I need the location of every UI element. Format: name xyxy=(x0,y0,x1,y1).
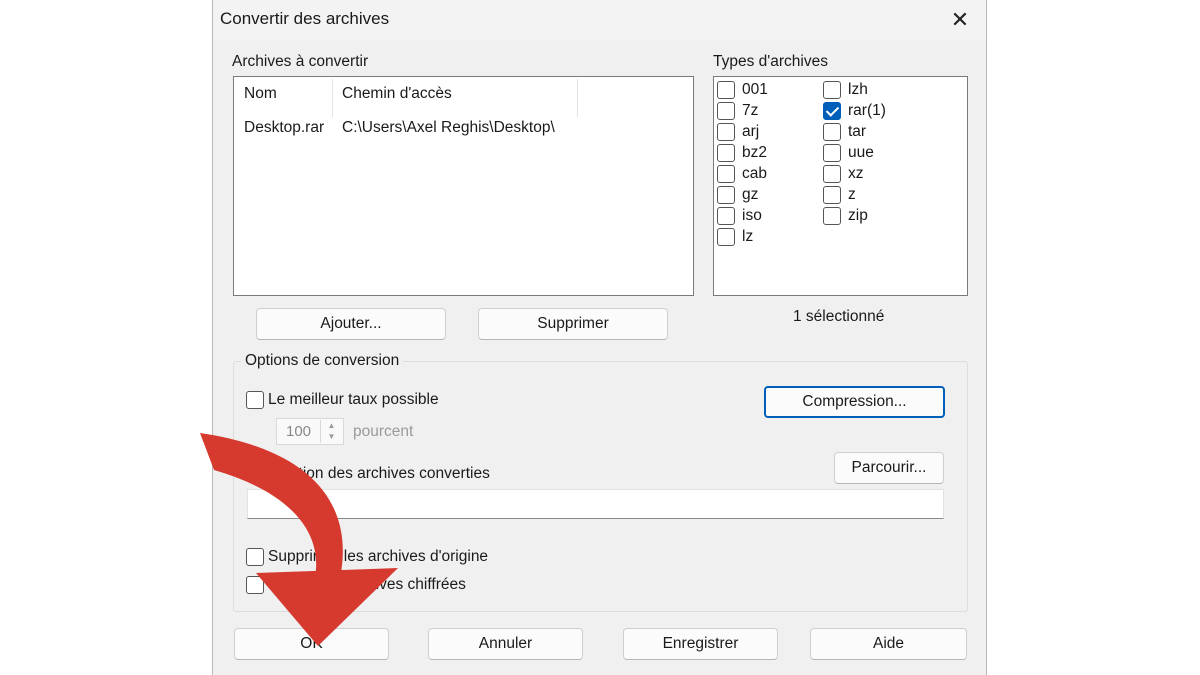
type-label: 7z xyxy=(742,102,759,119)
add-button[interactable]: Ajouter... xyxy=(256,308,446,340)
checkbox-icon xyxy=(717,228,735,246)
archive-types-list: 001 7z arj bz2 cab gz iso lz lzh rar(1) … xyxy=(713,76,968,296)
percent-value: 100 xyxy=(286,423,312,440)
checkbox-icon xyxy=(246,576,264,594)
type-checkbox-uue[interactable]: uue xyxy=(823,143,874,163)
type-checkbox-rar[interactable]: rar(1) xyxy=(823,101,886,121)
type-label: xz xyxy=(848,165,864,182)
type-label: gz xyxy=(742,186,759,203)
skip-encrypted-label: Ignorer les archives chiffrées xyxy=(268,576,466,593)
column-header-path[interactable]: Chemin d'accès xyxy=(342,85,452,103)
checkbox-icon xyxy=(823,123,841,141)
type-checkbox-7z[interactable]: 7z xyxy=(717,101,758,121)
type-label: bz2 xyxy=(742,144,767,161)
column-header-name[interactable]: Nom xyxy=(244,85,277,103)
checkbox-icon xyxy=(823,207,841,225)
conversion-options-title: Options de conversion xyxy=(241,352,404,370)
checkbox-icon xyxy=(717,144,735,162)
close-icon[interactable]: ✕ xyxy=(944,4,976,36)
checkbox-icon xyxy=(823,81,841,99)
destination-label: Destination des archives converties xyxy=(246,465,490,482)
type-label: z xyxy=(848,186,856,203)
convert-archives-dialog: Convertir des archives ✕ Archives à conv… xyxy=(212,0,987,675)
type-label: arj xyxy=(742,123,760,140)
compression-button[interactable]: Compression... xyxy=(764,386,945,418)
type-checkbox-001[interactable]: 001 xyxy=(717,80,768,100)
column-divider xyxy=(577,79,578,117)
type-label: rar(1) xyxy=(848,102,886,119)
column-divider xyxy=(332,79,333,117)
type-label: 001 xyxy=(742,81,768,98)
save-button[interactable]: Enregistrer xyxy=(623,628,778,660)
type-checkbox-lz[interactable]: lz xyxy=(717,227,753,247)
type-checkbox-tar[interactable]: tar xyxy=(823,122,866,142)
destination-path-field[interactable] xyxy=(247,489,944,519)
ok-button[interactable]: OK xyxy=(234,628,389,660)
best-rate-checkbox[interactable]: Le meilleur taux possible xyxy=(246,390,439,410)
checkbox-icon xyxy=(246,548,264,566)
help-button[interactable]: Aide xyxy=(810,628,967,660)
checkbox-icon xyxy=(717,186,735,204)
type-label: cab xyxy=(742,165,767,182)
checkbox-icon xyxy=(717,207,735,225)
type-label: uue xyxy=(848,144,874,161)
selected-count: 1 sélectionné xyxy=(793,308,885,325)
type-checkbox-zip[interactable]: zip xyxy=(823,206,868,226)
checkmark-icon xyxy=(823,102,841,120)
type-checkbox-cab[interactable]: cab xyxy=(717,164,767,184)
checkbox-icon xyxy=(823,144,841,162)
archive-row-name[interactable]: Desktop.rar xyxy=(244,119,324,137)
skip-encrypted-checkbox[interactable]: Ignorer les archives chiffrées xyxy=(246,575,466,595)
stepper-buttons: ▲ ▼ xyxy=(320,420,342,443)
chevron-up-icon[interactable]: ▲ xyxy=(321,420,342,431)
checkbox-icon xyxy=(246,391,264,409)
type-checkbox-arj[interactable]: arj xyxy=(717,122,759,142)
archives-label: Archives à convertir xyxy=(232,53,369,70)
type-checkbox-lzh[interactable]: lzh xyxy=(823,80,868,100)
type-label: tar xyxy=(848,123,867,140)
type-label: lz xyxy=(742,228,754,245)
delete-originals-checkbox[interactable]: Supprimer les archives d'origine xyxy=(246,547,488,567)
type-checkbox-gz[interactable]: gz xyxy=(717,185,758,205)
archives-list[interactable]: Nom Chemin d'accès Desktop.rar C:\Users\… xyxy=(233,76,694,296)
type-label: lzh xyxy=(848,81,868,98)
remove-button[interactable]: Supprimer xyxy=(478,308,668,340)
type-label: iso xyxy=(742,207,762,224)
checkbox-icon xyxy=(717,123,735,141)
archive-types-label: Types d'archives xyxy=(713,53,828,70)
percent-unit: pourcent xyxy=(353,423,414,440)
chevron-down-icon[interactable]: ▼ xyxy=(321,431,342,442)
cancel-button[interactable]: Annuler xyxy=(428,628,583,660)
best-rate-label: Le meilleur taux possible xyxy=(268,391,439,408)
checkbox-icon xyxy=(823,165,841,183)
type-label: zip xyxy=(848,207,868,224)
checkbox-icon xyxy=(717,102,735,120)
dialog-title: Convertir des archives xyxy=(220,9,390,28)
percent-stepper[interactable]: 100 ▲ ▼ xyxy=(276,418,344,445)
type-checkbox-bz2[interactable]: bz2 xyxy=(717,143,767,163)
archive-row-path[interactable]: C:\Users\Axel Reghis\Desktop\ xyxy=(342,119,555,137)
delete-originals-label: Supprimer les archives d'origine xyxy=(268,548,489,565)
title-bar: Convertir des archives ✕ xyxy=(213,0,986,40)
type-checkbox-z[interactable]: z xyxy=(823,185,856,205)
type-checkbox-iso[interactable]: iso xyxy=(717,206,762,226)
type-checkbox-xz[interactable]: xz xyxy=(823,164,864,184)
checkbox-icon xyxy=(717,165,735,183)
browse-button[interactable]: Parcourir... xyxy=(834,452,944,484)
checkbox-icon xyxy=(717,81,735,99)
checkbox-icon xyxy=(823,186,841,204)
